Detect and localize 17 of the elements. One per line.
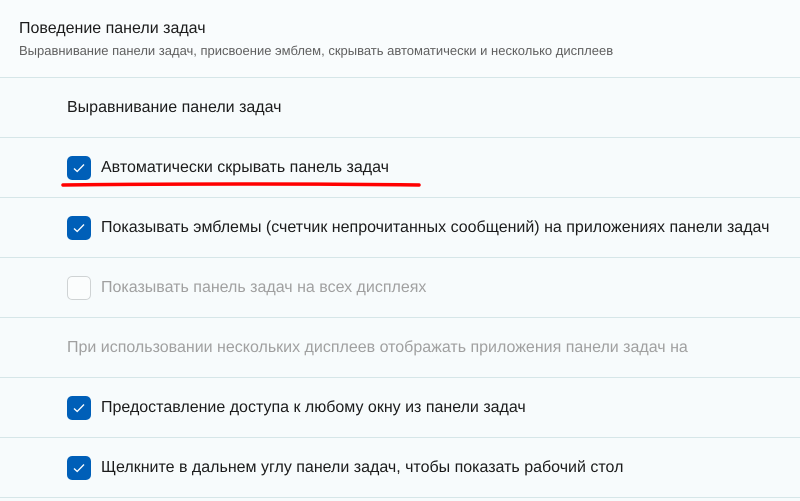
checkmark-icon <box>73 462 85 472</box>
checkmark-icon <box>73 162 85 172</box>
checkbox[interactable] <box>67 456 91 480</box>
checkbox-label: Предоставление доступа к любому окну из панели задач <box>101 398 526 416</box>
checkbox[interactable] <box>67 396 91 420</box>
checkmark-icon <box>73 222 85 232</box>
checkbox[interactable] <box>67 216 91 240</box>
setting-label: При использовании нескольких дисплеев отображать приложения панели задач на <box>67 338 688 356</box>
checkbox-label: Показывать панель задач на всех дисплеях <box>101 278 426 296</box>
setting-label: Выравнивание панели задач <box>67 98 282 116</box>
section-subtitle: Выравнивание панели задач, присвоение эмблем, скрывать автоматически и несколько дисплеев <box>19 43 614 58</box>
checkbox-label: Щелкните в дальнем углу панели задач, чтобы показать рабочий стол <box>101 458 624 476</box>
checkmark-icon <box>73 402 85 412</box>
section-title: Поведение панели задач <box>19 20 207 38</box>
checkbox-label: Автоматически скрывать панель задач <box>101 158 390 176</box>
checkbox[interactable] <box>67 156 91 180</box>
checkbox-label: Показывать эмблемы (счетчик непрочитанных сообщений) на приложениях панели задач <box>101 218 770 236</box>
